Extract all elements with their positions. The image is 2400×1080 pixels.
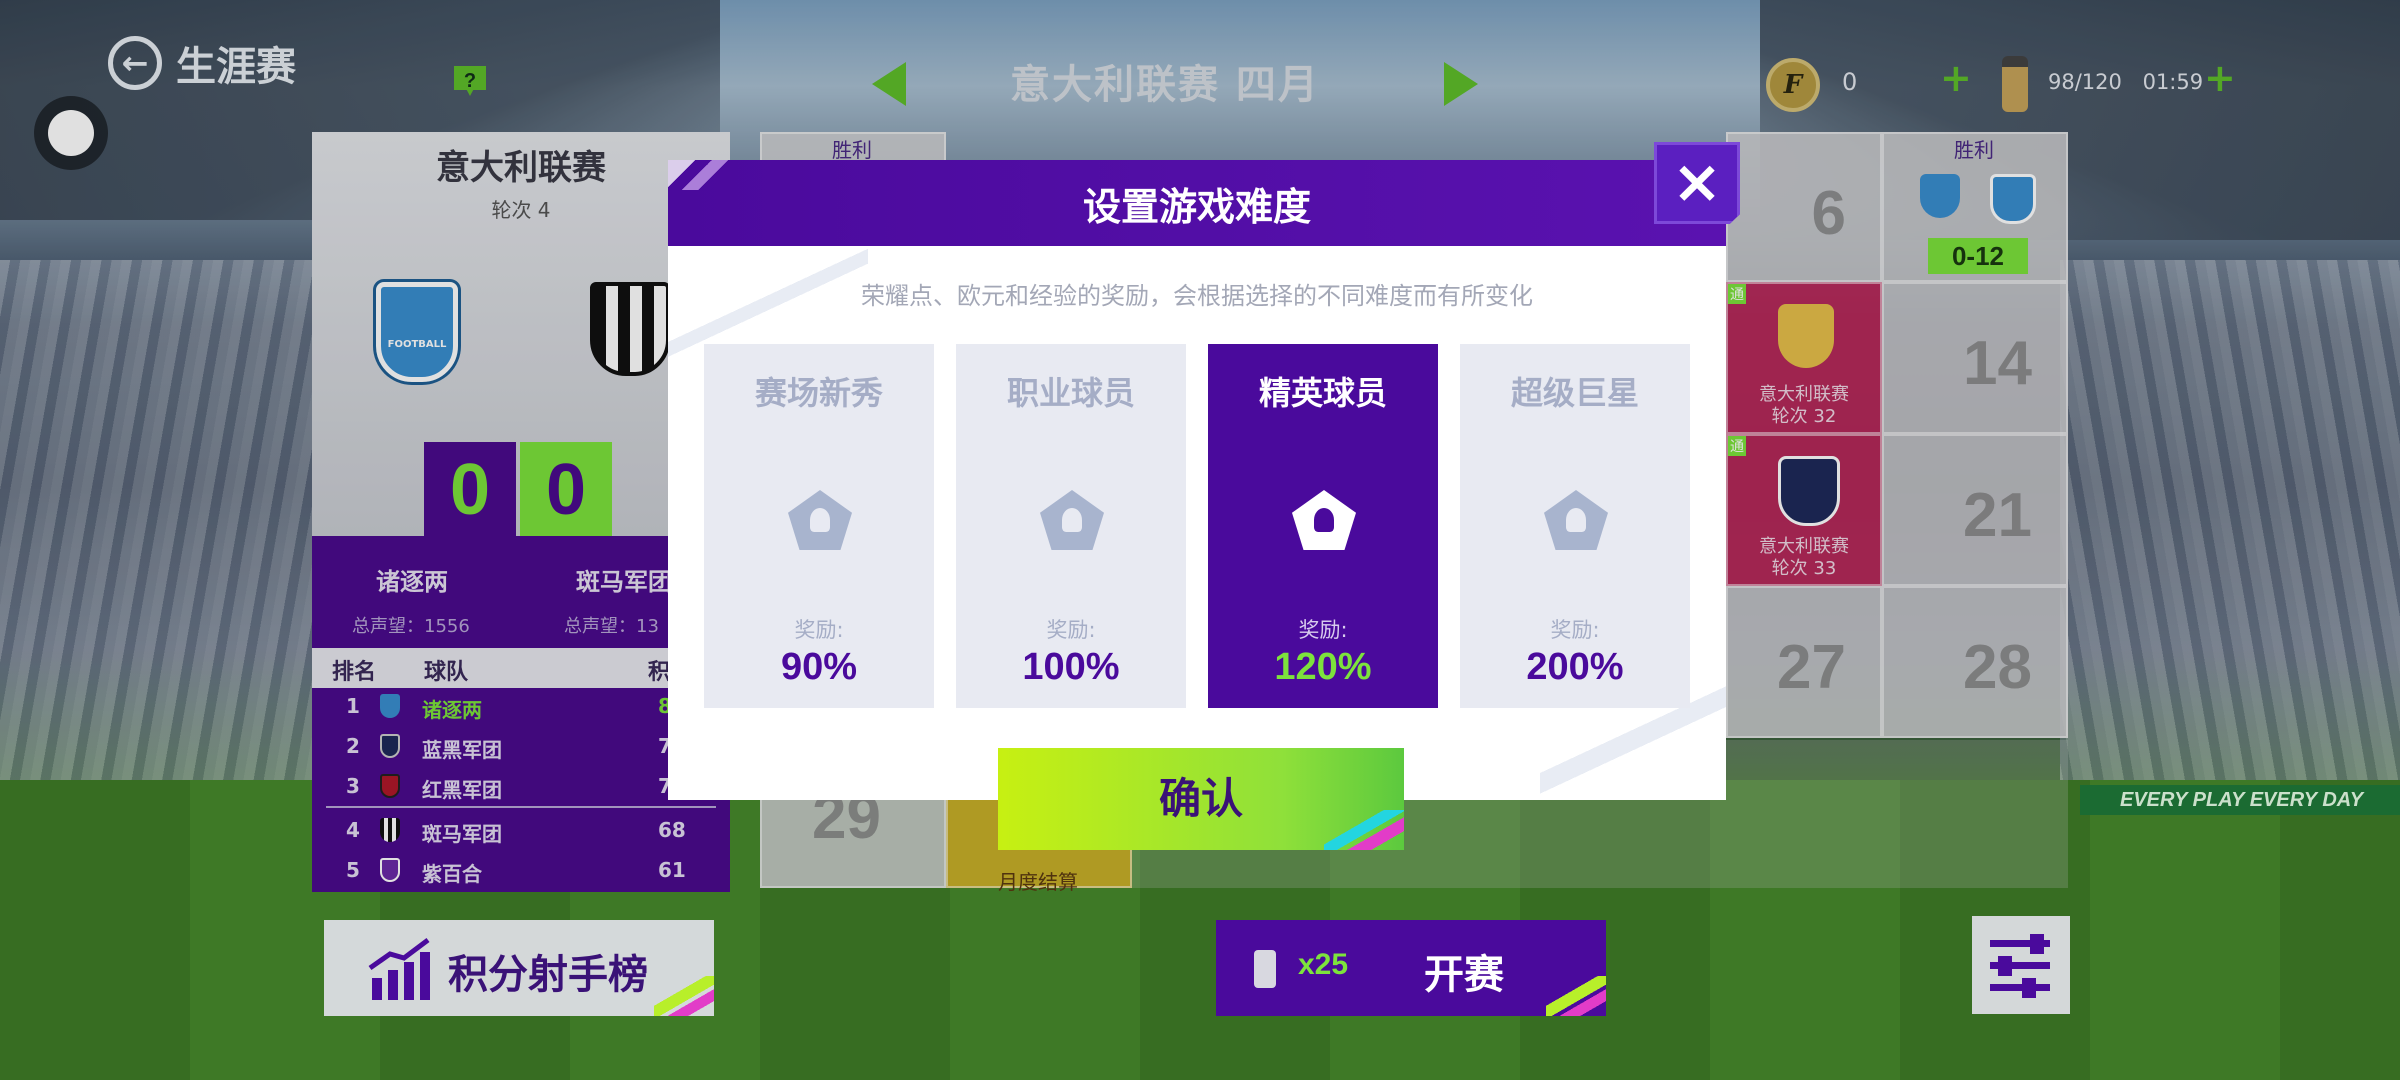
chart-rising-icon: [368, 938, 430, 1000]
confirm-label: 确认: [1158, 774, 1243, 823]
settings-sliders-button[interactable]: [1972, 916, 2070, 1014]
difficulty-option-elite[interactable]: 精英球员 奖励: 120%: [1208, 344, 1438, 708]
elite-player-icon: [1292, 490, 1356, 550]
superstar-icon: [1544, 490, 1608, 550]
rookie-icon: [788, 490, 852, 550]
dialog-description: 荣耀点、欧元和经验的奖励，会根据选择的不同难度而有所变化: [861, 282, 1533, 310]
reward-label: 奖励:: [1550, 618, 1600, 642]
scorer-leaderboard-button[interactable]: 积分射手榜: [324, 920, 714, 1016]
reward-label: 奖励:: [1046, 618, 1096, 642]
dialog-title: 设置游戏难度: [1082, 185, 1311, 229]
start-cost: x25: [1298, 948, 1349, 981]
pro-player-icon: [1040, 490, 1104, 550]
confirm-button[interactable]: 确认: [998, 748, 1404, 850]
option-name: 超级巨星: [1510, 374, 1639, 412]
reward-value: 120%: [1274, 646, 1372, 688]
button-deco: [654, 976, 714, 1016]
confirm-deco: [1324, 810, 1404, 850]
leaderboard-label: 积分射手榜: [448, 952, 648, 998]
button-deco: [1546, 976, 1606, 1016]
option-name: 精英球员: [1258, 374, 1387, 412]
reward-value: 100%: [1022, 646, 1120, 688]
start-match-button[interactable]: x25 开赛: [1216, 920, 1606, 1016]
reward-label: 奖励:: [794, 618, 844, 642]
reward-value: 90%: [780, 646, 858, 688]
reward-value: 200%: [1526, 646, 1624, 688]
reward-label: 奖励:: [1298, 618, 1348, 642]
difficulty-option-rookie[interactable]: 赛场新秀 奖励: 90%: [704, 344, 934, 708]
option-name: 职业球员: [1006, 374, 1135, 412]
energy-bottle-icon: [1254, 950, 1276, 988]
start-label: 开赛: [1424, 952, 1504, 998]
option-name: 赛场新秀: [754, 374, 883, 412]
difficulty-option-pro[interactable]: 职业球员 奖励: 100%: [956, 344, 1186, 708]
difficulty-option-superstar[interactable]: 超级巨星 奖励: 200%: [1460, 344, 1690, 708]
close-button[interactable]: ×: [1654, 142, 1740, 224]
